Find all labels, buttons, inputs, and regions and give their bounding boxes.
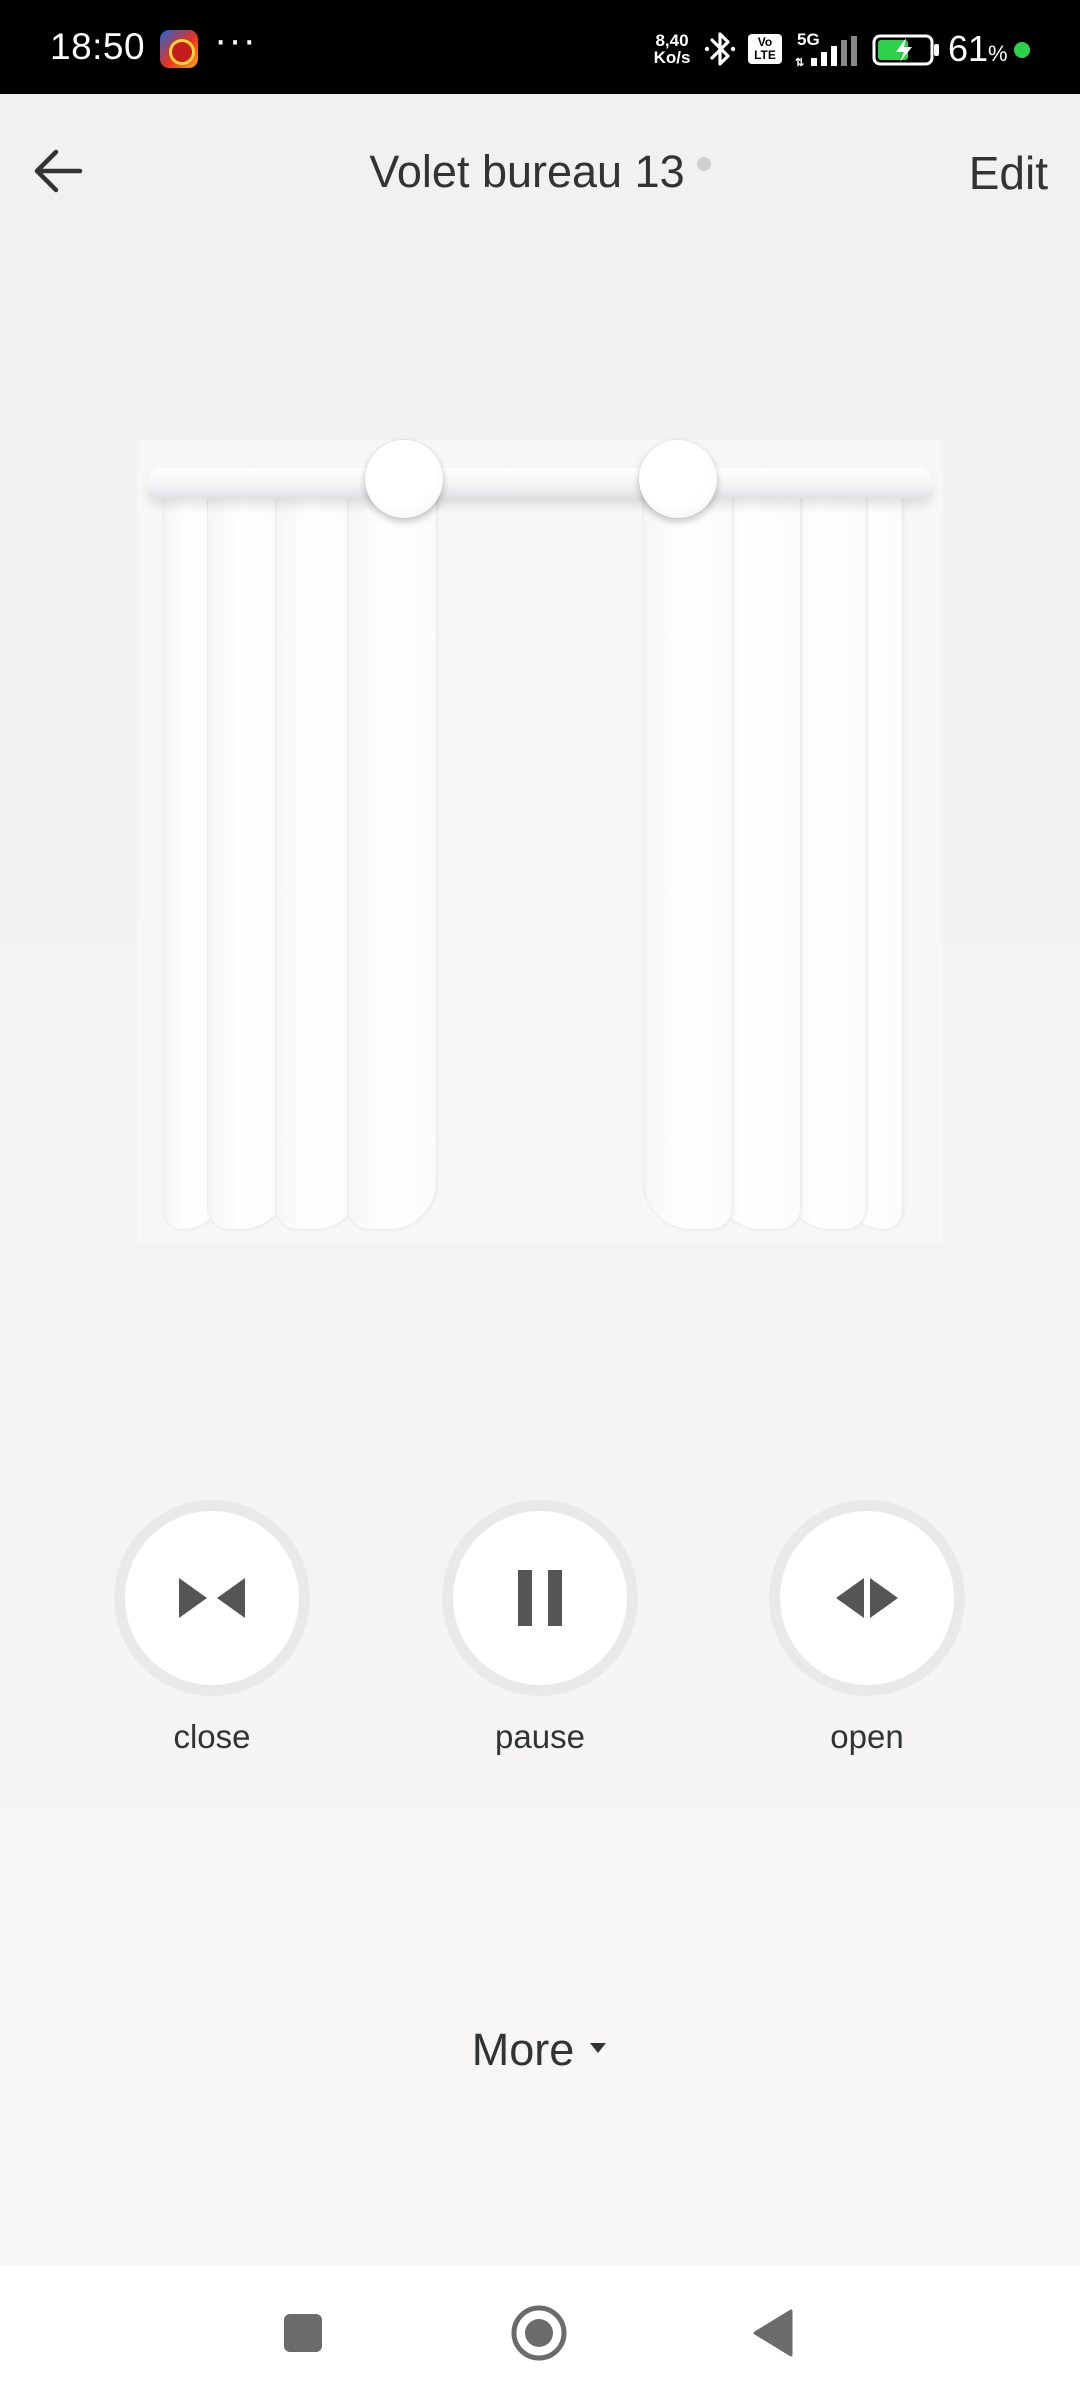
caret-down-icon	[590, 2043, 607, 2053]
home-circle-icon	[511, 2305, 567, 2361]
app-icon	[160, 30, 198, 68]
pause-control: pause	[440, 1500, 640, 1756]
pause-button[interactable]	[442, 1500, 638, 1696]
open-curtain-icon	[836, 1578, 898, 1618]
battery-percent-value: 61	[948, 28, 989, 69]
back-button[interactable]	[26, 138, 92, 204]
curtain-fold-right	[643, 488, 733, 1230]
privacy-dot	[1014, 42, 1030, 58]
volte-line2: LTE	[754, 48, 776, 62]
open-label: open	[830, 1718, 904, 1755]
volte-icon: Vo LTE	[748, 34, 782, 64]
system-navigation-bar	[0, 2266, 1080, 2400]
page-title: Volet bureau 13	[200, 146, 880, 198]
bluetooth-icon	[704, 32, 736, 66]
home-button[interactable]	[504, 2298, 574, 2368]
header: Volet bureau 13 Edit	[0, 94, 1080, 254]
arrow-left-icon	[34, 149, 83, 193]
curtain-handle-left[interactable]	[365, 440, 443, 518]
more-label: More	[471, 2024, 575, 2075]
edit-button[interactable]: Edit	[969, 146, 1048, 200]
recents-square-icon	[284, 2314, 322, 2352]
pause-label: pause	[495, 1718, 585, 1755]
open-control: open	[767, 1500, 967, 1756]
curtain-fold-left	[347, 488, 437, 1230]
network-speed: 8,40 Ko/s	[650, 32, 694, 66]
battery-percent-sign: %	[988, 41, 1008, 66]
network-speed-unit: Ko/s	[653, 48, 691, 67]
close-control: close	[112, 1500, 312, 1756]
status-bar: 18:50 ··· 8,40 Ko/s Vo LTE 5G ⇅ 61%	[0, 0, 1080, 94]
curtain-rail	[147, 468, 933, 498]
pause-icon	[518, 1570, 562, 1626]
more-button[interactable]: More	[0, 2024, 1080, 2076]
close-button[interactable]	[114, 1500, 310, 1696]
network-speed-value: 8,40	[655, 31, 689, 50]
battery-charging-icon	[872, 34, 939, 66]
recents-button[interactable]	[268, 2298, 338, 2368]
status-time: 18:50	[50, 26, 146, 67]
curtain-control-screen: Volet bureau 13 Edit close pause open Mo…	[0, 94, 1080, 2266]
curtain-handle-right[interactable]	[639, 440, 717, 518]
more-notifications-indicator: ···	[214, 18, 257, 62]
open-button[interactable]	[769, 1500, 965, 1696]
svg-text:⇅: ⇅	[795, 57, 804, 68]
curtain-visualization	[137, 440, 943, 1242]
device-name: Volet bureau 13	[369, 146, 685, 197]
battery-percent: 61%	[948, 28, 1008, 70]
signal-icon: ⇅	[795, 36, 857, 68]
status-dot	[696, 157, 711, 171]
close-curtain-icon	[179, 1578, 245, 1618]
back-nav-button[interactable]	[738, 2298, 808, 2368]
back-triangle-icon	[753, 2309, 793, 2357]
close-label: close	[173, 1718, 251, 1755]
